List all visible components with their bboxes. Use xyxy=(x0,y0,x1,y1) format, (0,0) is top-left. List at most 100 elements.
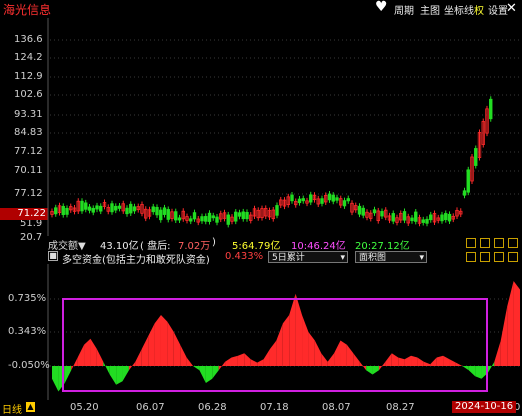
candle-body xyxy=(54,207,58,215)
indicator-minimize-icon[interactable] xyxy=(466,252,476,262)
favorite-heart-icon[interactable]: ♥ xyxy=(375,0,388,15)
candle-body xyxy=(429,214,433,221)
candle-body xyxy=(204,216,208,222)
settings-button[interactable]: 设置 xyxy=(488,2,508,17)
area-segment xyxy=(180,344,187,366)
area-segment xyxy=(173,332,181,366)
area-segment xyxy=(507,281,514,366)
area-segment xyxy=(500,306,508,366)
after-hours-close: ) xyxy=(212,237,216,248)
area-segment xyxy=(263,349,270,366)
candle-body xyxy=(309,194,313,203)
area-segment xyxy=(160,315,168,366)
candle-body xyxy=(162,207,167,215)
area-segment xyxy=(269,340,277,366)
area-segment xyxy=(77,344,85,366)
area-segment xyxy=(385,353,392,366)
area-segment xyxy=(128,361,136,371)
area-segment xyxy=(417,357,424,366)
close-panel-icon[interactable] xyxy=(508,238,518,248)
candle-body xyxy=(132,206,137,212)
candle-body xyxy=(320,198,324,204)
volume-info-bar: 成交额▼ 43.10亿 ( 盘后: 7.02万 ) 5:64.79亿 10:46… xyxy=(0,236,522,252)
candle-body xyxy=(211,215,215,219)
stock-title[interactable]: 海光信息 xyxy=(3,1,51,18)
close-icon[interactable]: ✕ xyxy=(506,1,520,16)
area-segment xyxy=(218,361,226,371)
chart-type-value: 面积图 xyxy=(359,253,387,263)
area-segment xyxy=(64,366,72,383)
candle-body xyxy=(151,206,155,213)
candle-body xyxy=(189,218,193,222)
indicator-area-chart[interactable] xyxy=(0,264,522,400)
indicator-window-icon[interactable] xyxy=(494,252,504,262)
area-segment xyxy=(359,361,367,371)
candle-body xyxy=(155,206,159,216)
candle-body xyxy=(91,207,95,213)
candle-body xyxy=(200,216,204,222)
area-segment xyxy=(455,362,463,366)
area-segment xyxy=(391,353,399,366)
area-segment xyxy=(430,357,437,366)
area-segment xyxy=(302,315,309,366)
area-segment xyxy=(103,361,110,375)
candlestick-chart[interactable] xyxy=(0,18,522,236)
chart-type-select[interactable]: 面积图 ▾ xyxy=(355,251,427,263)
chevron-down-icon: ▾ xyxy=(419,253,424,263)
area-segment xyxy=(411,355,418,366)
rights-adjust-button[interactable]: 权 xyxy=(474,2,484,17)
area-segment xyxy=(340,340,347,366)
candle-body xyxy=(357,205,362,215)
indicator-lock-icon[interactable]: ■ xyxy=(48,251,58,261)
area-segment xyxy=(116,366,123,385)
area-segment xyxy=(423,361,431,366)
area-segment xyxy=(372,366,379,375)
candle-body xyxy=(489,98,493,120)
area-segment xyxy=(404,355,412,366)
candle-body xyxy=(447,213,452,222)
area-segment xyxy=(494,340,501,366)
candle-body xyxy=(297,198,302,204)
window-icon[interactable] xyxy=(494,238,504,248)
area-segment xyxy=(96,349,104,366)
candle-body xyxy=(237,212,242,217)
period-button[interactable]: 周期 xyxy=(394,2,414,17)
indicator-tick-label: 0.343% xyxy=(8,326,47,337)
x-tick-label: 05.20 xyxy=(70,402,99,413)
area-segment xyxy=(308,332,315,366)
area-segment xyxy=(282,315,290,366)
coordinate-line-button[interactable]: 坐标线 xyxy=(444,2,474,17)
area-segment xyxy=(52,366,59,392)
candle-body xyxy=(174,211,178,221)
candle-body xyxy=(474,148,478,166)
candle-body xyxy=(166,209,170,220)
candle-body xyxy=(421,219,425,223)
area-segment xyxy=(90,338,97,366)
indicator-settings-icon[interactable] xyxy=(480,252,490,262)
area-segment xyxy=(487,361,495,373)
area-segment xyxy=(148,323,155,366)
area-segment xyxy=(289,293,296,366)
area-segment xyxy=(327,353,335,366)
settings-icon[interactable] xyxy=(480,238,490,248)
indicator-tick-label: -0.050% xyxy=(8,360,50,371)
area-segment xyxy=(109,366,117,385)
candle-body xyxy=(410,217,414,222)
candle-body xyxy=(331,194,335,202)
timeframe-toggle-icon[interactable]: ▲ xyxy=(26,402,35,412)
candle-body xyxy=(114,205,118,211)
indicator-close-icon[interactable] xyxy=(508,252,518,262)
x-tick-label: 08.27 xyxy=(386,402,415,413)
area-segment xyxy=(334,340,341,366)
area-segment xyxy=(141,336,149,366)
candle-body xyxy=(425,218,429,224)
area-segment xyxy=(513,281,520,366)
period-select[interactable]: 5日累计 ▾ xyxy=(268,251,348,263)
candle-body xyxy=(226,214,230,225)
minimize-icon[interactable] xyxy=(466,238,476,248)
area-segment xyxy=(186,357,194,366)
area-segment xyxy=(71,357,78,371)
area-segment xyxy=(366,366,373,375)
main-chart-button[interactable]: 主图 xyxy=(420,2,440,17)
area-segment xyxy=(167,321,174,366)
